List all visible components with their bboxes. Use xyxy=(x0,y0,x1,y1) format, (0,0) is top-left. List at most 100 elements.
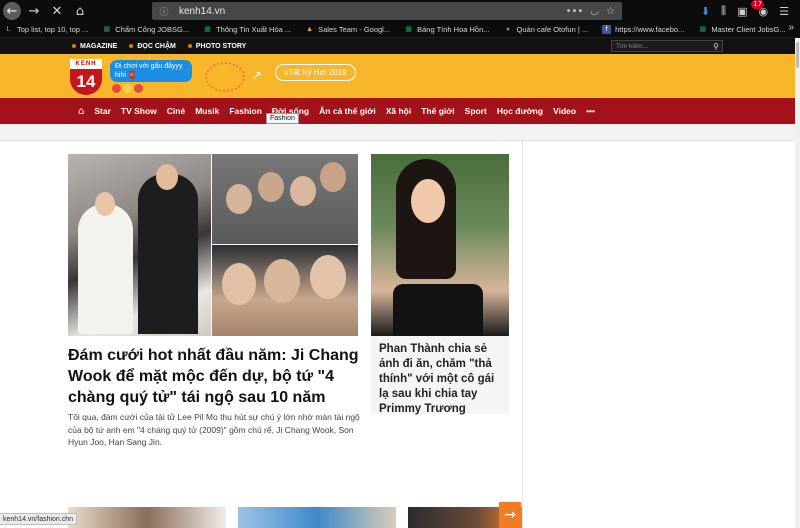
nav-item-hoc-duong[interactable]: Học đường xyxy=(497,106,543,116)
scrollbar-thumb[interactable] xyxy=(796,42,799,68)
site-search-input[interactable]: Tìm kiếm... ⚲ xyxy=(611,40,723,52)
bookmark-label: Master Client JobsG... xyxy=(711,25,786,34)
stop-icon[interactable]: ✕ xyxy=(47,1,67,21)
main-nav: ⌂ Star TV Show Ciné Musik Fashion Đời số… xyxy=(0,98,795,124)
extension-icon[interactable]: ◉ 17 xyxy=(751,0,768,18)
library-icon[interactable]: ⫼ xyxy=(721,4,726,18)
menu-icon[interactable]: ☰ xyxy=(779,5,789,18)
top-link-doc-cham[interactable]: ĐỌC CHẬM xyxy=(129,43,176,50)
black-top xyxy=(393,284,483,336)
bookmark-item[interactable]: f https://www.facebo... xyxy=(598,25,684,34)
drive-icon: ▲ xyxy=(306,26,314,33)
groom-figure xyxy=(138,174,198,334)
nav-item-the-gioi[interactable]: Thế giới xyxy=(421,106,454,116)
bookmarks-overflow-icon[interactable]: » xyxy=(788,22,794,33)
sidebar-icon[interactable]: ▣ xyxy=(737,5,747,18)
browser-toolbar: ← → ✕ ⌂ ⓘ kenh14.vn ••• ◡ ☆ ⬇ ⫼ ▣ ◉ 17 ☰ xyxy=(0,0,800,22)
bookmark-item[interactable]: ▦ Thông Tin Xuất Hóa ... xyxy=(199,25,291,34)
bookmark-item[interactable]: ▦ Bảng Tính Hoa Hồn... xyxy=(400,25,489,34)
download-icon[interactable]: ⬇ xyxy=(701,5,710,18)
bookmark-star-icon[interactable]: ☆ xyxy=(606,6,615,17)
nav-item-musik[interactable]: Musik xyxy=(195,106,219,116)
woman-face xyxy=(411,179,445,223)
bookmark-label: https://www.facebo... xyxy=(615,25,685,34)
otofun-icon: ● xyxy=(505,26,511,33)
sheets-icon: ▦ xyxy=(103,26,111,33)
gift-icon xyxy=(112,84,121,93)
thumbnail-beach[interactable] xyxy=(238,507,396,528)
main-story-description: Tối qua, đám cưới của tài tử Lee Pil Mo … xyxy=(68,412,360,447)
nav-more-icon[interactable]: ••• xyxy=(586,106,595,116)
url-bar[interactable]: ⓘ kenh14.vn ••• ◡ ☆ xyxy=(152,2,622,20)
group-photo-top[interactable] xyxy=(212,154,358,244)
nav-item-xa-hoi[interactable]: Xã hội xyxy=(386,106,412,116)
side-story-card[interactable]: Phan Thành chia sẻ ảnh đi ăn, chăm "thả … xyxy=(371,336,509,415)
notification-count: 17 xyxy=(751,0,765,9)
person-face xyxy=(222,263,256,305)
nav-item-sport[interactable]: Sport xyxy=(465,106,487,116)
page-actions-icon[interactable]: ••• xyxy=(566,6,584,17)
sheets-icon: ▦ xyxy=(699,26,707,33)
bookmark-item[interactable]: ▲ Sales Team - Googl... xyxy=(301,25,390,34)
hashtag-pill[interactable]: #Tết Kỷ Hợi 2019 xyxy=(275,64,356,81)
nav-item-an-ca-the-gioi[interactable]: Ăn cả thế giới xyxy=(319,106,376,116)
firework-decoration xyxy=(205,62,245,92)
group-photo-bottom[interactable] xyxy=(212,245,358,336)
person-face xyxy=(320,162,346,192)
person-face xyxy=(226,184,252,214)
promo-bubble[interactable]: Đi chơi với gấu đâyyy hihi 🧧 xyxy=(110,60,192,82)
search-icon[interactable]: ⚲ xyxy=(713,42,719,51)
top-link-strip: MAGAZINE ĐỌC CHẬM PHOTO STORY Tìm kiếm..… xyxy=(0,38,795,54)
bullet-icon xyxy=(129,44,134,48)
web-page: MAGAZINE ĐỌC CHẬM PHOTO STORY Tìm kiếm..… xyxy=(0,38,795,528)
site-logo[interactable]: KENH 14 xyxy=(70,59,102,95)
top-link-magazine[interactable]: MAGAZINE xyxy=(72,43,117,50)
header-banner: KENH 14 Đi chơi với gấu đâyyy hihi 🧧 ↗ #… xyxy=(0,54,795,98)
back-icon[interactable]: ← xyxy=(3,2,21,20)
right-sidebar xyxy=(522,141,795,528)
bookmark-label: Chấm Công JOBSG... xyxy=(115,25,190,34)
nav-item-cine[interactable]: Ciné xyxy=(167,106,185,116)
top-link-label: ĐỌC CHẬM xyxy=(137,42,176,50)
info-icon[interactable]: ⓘ xyxy=(157,5,171,18)
nav-spacer xyxy=(0,124,795,141)
bullet-icon xyxy=(187,44,192,48)
side-story-title[interactable]: Phan Thành chia sẻ ảnh đi ăn, chăm "thả … xyxy=(371,336,509,423)
facebook-icon: f xyxy=(602,25,612,34)
person-face xyxy=(264,259,300,303)
bookmark-item[interactable]: L Top list, top 10, top ... xyxy=(0,25,89,34)
nav-item-tv-show[interactable]: TV Show xyxy=(121,106,157,116)
page-scrollbar[interactable] xyxy=(795,38,800,528)
nav-item-star[interactable]: Star xyxy=(94,106,111,116)
groom-face xyxy=(156,164,178,190)
logo-number: 14 xyxy=(70,69,102,95)
heart-icon xyxy=(134,84,143,93)
person-face xyxy=(290,176,316,206)
url-text[interactable]: kenh14.vn xyxy=(179,6,566,17)
bookmark-item[interactable]: ▦ Chấm Công JOBSG... xyxy=(98,25,189,34)
bookmark-label: Thông Tin Xuất Hóa ... xyxy=(216,25,292,34)
wedding-photo[interactable] xyxy=(68,154,211,336)
home-nav-icon[interactable]: ⌂ xyxy=(78,106,84,117)
trend-arrow-icon: ↗ xyxy=(252,68,263,82)
home-icon[interactable]: ⌂ xyxy=(70,1,90,21)
person-face xyxy=(310,255,346,299)
top-link-label: MAGAZINE xyxy=(80,42,118,50)
pocket-icon[interactable]: ◡ xyxy=(590,6,599,17)
nav-item-video[interactable]: Video xyxy=(553,106,576,116)
bookmark-item[interactable]: ● Quán cafe Otofun | ... xyxy=(500,25,589,34)
search-placeholder: Tìm kiếm... xyxy=(616,42,649,50)
nav-item-fashion[interactable]: Fashion xyxy=(229,106,262,116)
bookmark-label: Top list, top 10, top ... xyxy=(17,25,89,34)
main-story-title[interactable]: Đám cưới hot nhất đầu năm: Ji Chang Wook… xyxy=(68,345,368,408)
bookmark-label: Quán cafe Otofun | ... xyxy=(516,25,589,34)
next-arrow-icon[interactable]: → xyxy=(499,502,521,528)
person-face xyxy=(258,172,284,202)
side-story-photo[interactable] xyxy=(371,154,509,336)
sheets-icon: ▦ xyxy=(405,26,412,33)
bookmarks-bar: L Top list, top 10, top ... ▦ Chấm Công JO… xyxy=(0,22,800,38)
bookmark-item[interactable]: ▦ Master Client JobsG... xyxy=(694,25,786,34)
forward-icon[interactable]: → xyxy=(24,1,44,21)
top-link-photo-story[interactable]: PHOTO STORY xyxy=(187,43,246,50)
thumbnail-family[interactable] xyxy=(68,507,226,528)
